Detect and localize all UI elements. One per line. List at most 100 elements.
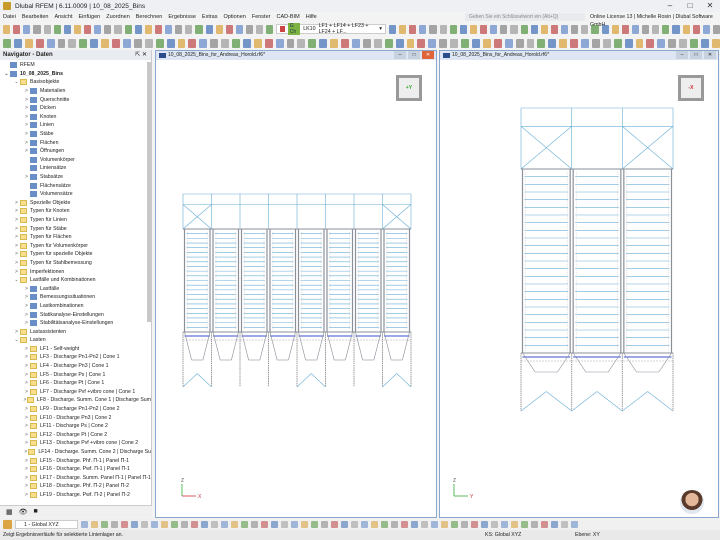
tree-item[interactable]: > Typen für Linien bbox=[0, 216, 151, 225]
restore-button[interactable]: □ bbox=[408, 51, 420, 59]
toolbar-button-icon[interactable] bbox=[493, 38, 502, 48]
toolbar-button-icon[interactable] bbox=[225, 24, 233, 34]
toolbar-button-icon[interactable] bbox=[581, 38, 589, 48]
toolbar-button-icon[interactable] bbox=[450, 520, 458, 528]
toolbar-button-icon[interactable] bbox=[205, 24, 213, 34]
toolbar-button-icon[interactable] bbox=[350, 520, 358, 528]
chevron-down-icon[interactable]: ⌄ bbox=[13, 277, 20, 283]
toolbar-button-icon[interactable] bbox=[602, 38, 611, 48]
tree-item[interactable]: > LF15 - Discharge. Phf. Π-1 | Panel Π-1 bbox=[0, 456, 151, 465]
toolbar-button-icon[interactable] bbox=[469, 24, 478, 34]
toolbar-button-icon[interactable] bbox=[112, 38, 120, 48]
toolbar-button-icon[interactable] bbox=[459, 24, 467, 34]
coordinate-system-select[interactable]: 1 - Global XYZ bbox=[15, 519, 78, 529]
toolbar-button-icon[interactable] bbox=[390, 520, 398, 528]
toolbar-button-icon[interactable] bbox=[712, 24, 720, 34]
chevron-right-icon[interactable]: > bbox=[23, 423, 30, 429]
menu-item[interactable]: Einfügen bbox=[76, 14, 104, 20]
toolbar-button-icon[interactable] bbox=[210, 38, 219, 48]
toolbar-button-icon[interactable] bbox=[711, 38, 720, 48]
toolbar-button-icon[interactable] bbox=[373, 38, 382, 48]
chevron-right-icon[interactable]: > bbox=[23, 286, 30, 292]
toolbar-button-icon[interactable] bbox=[679, 38, 688, 48]
chevron-right-icon[interactable]: > bbox=[23, 122, 30, 128]
toolbar-button-icon[interactable] bbox=[253, 38, 262, 48]
tree-item[interactable]: > Öffnungen bbox=[0, 147, 151, 156]
toolbar-button-icon[interactable] bbox=[631, 24, 640, 34]
minimize-button[interactable]: – bbox=[394, 51, 406, 59]
tree-item[interactable]: Volumensätze bbox=[0, 190, 151, 199]
toolbar-button-icon[interactable] bbox=[190, 520, 198, 528]
toolbar-button-icon[interactable] bbox=[430, 520, 438, 528]
tree-item[interactable]: > Lastkombinationen bbox=[0, 302, 151, 311]
toolbar-button-icon[interactable] bbox=[308, 38, 317, 48]
toolbar-button-icon[interactable] bbox=[124, 24, 132, 34]
chevron-right-icon[interactable]: > bbox=[23, 131, 30, 137]
toolbar-button-icon[interactable] bbox=[101, 38, 110, 48]
toolbar-button-icon[interactable] bbox=[560, 520, 568, 528]
toolbar-button-icon[interactable] bbox=[613, 38, 622, 48]
toolbar-button-icon[interactable] bbox=[199, 38, 208, 48]
tree-item[interactable]: > LF8 - Discharge. Summ. Cone 1 | Dischar… bbox=[0, 396, 151, 405]
toolbar-button-icon[interactable] bbox=[310, 520, 318, 528]
toolbar-button-icon[interactable] bbox=[140, 520, 148, 528]
toolbar-button-icon[interactable] bbox=[550, 24, 559, 34]
tree-item[interactable]: > LF4 - Discharge Pn3 | Cone 1 bbox=[0, 362, 151, 371]
chevron-right-icon[interactable]: > bbox=[23, 406, 30, 412]
toolbar-button-icon[interactable] bbox=[84, 24, 92, 34]
navigator-pin-close-buttons[interactable]: ⇱ ✕ bbox=[135, 50, 147, 60]
chevron-right-icon[interactable]: > bbox=[23, 294, 30, 300]
tree-item[interactable]: > LF1 - Self-weight bbox=[0, 345, 151, 354]
toolbar-button-icon[interactable] bbox=[94, 24, 102, 34]
toolbar-button-icon[interactable] bbox=[264, 38, 273, 48]
toolbar-button-icon[interactable] bbox=[571, 24, 579, 34]
tree-item[interactable]: > LF13 - Discharge Pvf +vibro cone | Cone… bbox=[0, 439, 151, 448]
toolbar-button-icon[interactable] bbox=[13, 38, 22, 48]
toolbar-button-icon[interactable] bbox=[439, 24, 447, 34]
toolbar-button-icon[interactable] bbox=[581, 24, 589, 34]
toolbar-button-icon[interactable] bbox=[246, 24, 254, 34]
tree-item[interactable]: > Typen für Stäbe bbox=[0, 224, 151, 233]
menu-item[interactable]: Ansicht bbox=[51, 14, 75, 20]
chevron-right-icon[interactable]: > bbox=[13, 243, 20, 249]
toolbar-button-icon[interactable] bbox=[460, 520, 468, 528]
toolbar-button-icon[interactable] bbox=[130, 520, 138, 528]
toolbar-button-icon[interactable] bbox=[79, 38, 88, 48]
tree-item[interactable]: > Typen für spezielle Objekte bbox=[0, 250, 151, 259]
toolbar-button-icon[interactable] bbox=[275, 38, 284, 48]
toolbar-button-icon[interactable] bbox=[256, 24, 264, 34]
chevron-right-icon[interactable]: > bbox=[23, 389, 30, 395]
toolbar-button-icon[interactable] bbox=[300, 520, 308, 528]
toolbar-button-icon[interactable] bbox=[360, 520, 368, 528]
toolbar-button-icon[interactable] bbox=[672, 24, 680, 34]
toolbar-button-icon[interactable] bbox=[215, 24, 223, 34]
toolbar-button-icon[interactable] bbox=[548, 38, 557, 48]
chevron-right-icon[interactable]: > bbox=[23, 466, 30, 472]
toolbar-button-icon[interactable] bbox=[550, 520, 558, 528]
chevron-right-icon[interactable]: > bbox=[13, 234, 20, 240]
tree-item[interactable]: > LF19 - Discharge. Pwf. Π-2 | Panel Π-2 bbox=[0, 491, 151, 500]
tree-item[interactable]: > LF17 - Discharge. Summ. Panel Π-1 | Pan… bbox=[0, 474, 151, 483]
toolbar-button-icon[interactable] bbox=[286, 38, 295, 48]
close-button[interactable]: ✕ bbox=[422, 51, 434, 59]
menu-item[interactable]: Ergebnisse bbox=[165, 14, 199, 20]
toolbar-button-icon[interactable] bbox=[352, 38, 360, 48]
menu-item[interactable]: Zuordnen bbox=[103, 14, 133, 20]
toolbar-button-icon[interactable] bbox=[429, 24, 437, 34]
toolbar-button-icon[interactable] bbox=[440, 520, 448, 528]
toolbar-button-icon[interactable] bbox=[188, 38, 197, 48]
toolbar-button-icon[interactable] bbox=[165, 24, 173, 34]
toolbar-button-icon[interactable] bbox=[668, 38, 677, 48]
tree-item[interactable]: ⌄ 10_08_2025_Bins bbox=[0, 70, 151, 79]
toolbar-button-icon[interactable] bbox=[266, 24, 274, 34]
tree-item[interactable]: > Lastfälle bbox=[0, 284, 151, 293]
toolbar-button-icon[interactable] bbox=[221, 38, 230, 48]
chevron-right-icon[interactable]: > bbox=[23, 105, 30, 111]
chevron-right-icon[interactable]: > bbox=[23, 475, 30, 481]
tree-item[interactable]: > LF16 - Discharge. Pwf. Π-1 | Panel Π-1 bbox=[0, 465, 151, 474]
toolbar-button-icon[interactable] bbox=[470, 520, 478, 528]
toolbar-button-icon[interactable] bbox=[46, 38, 55, 48]
chevron-right-icon[interactable]: > bbox=[13, 269, 20, 275]
chevron-down-icon[interactable]: ⌄ bbox=[3, 71, 10, 77]
toolbar-button-icon[interactable] bbox=[419, 24, 427, 34]
